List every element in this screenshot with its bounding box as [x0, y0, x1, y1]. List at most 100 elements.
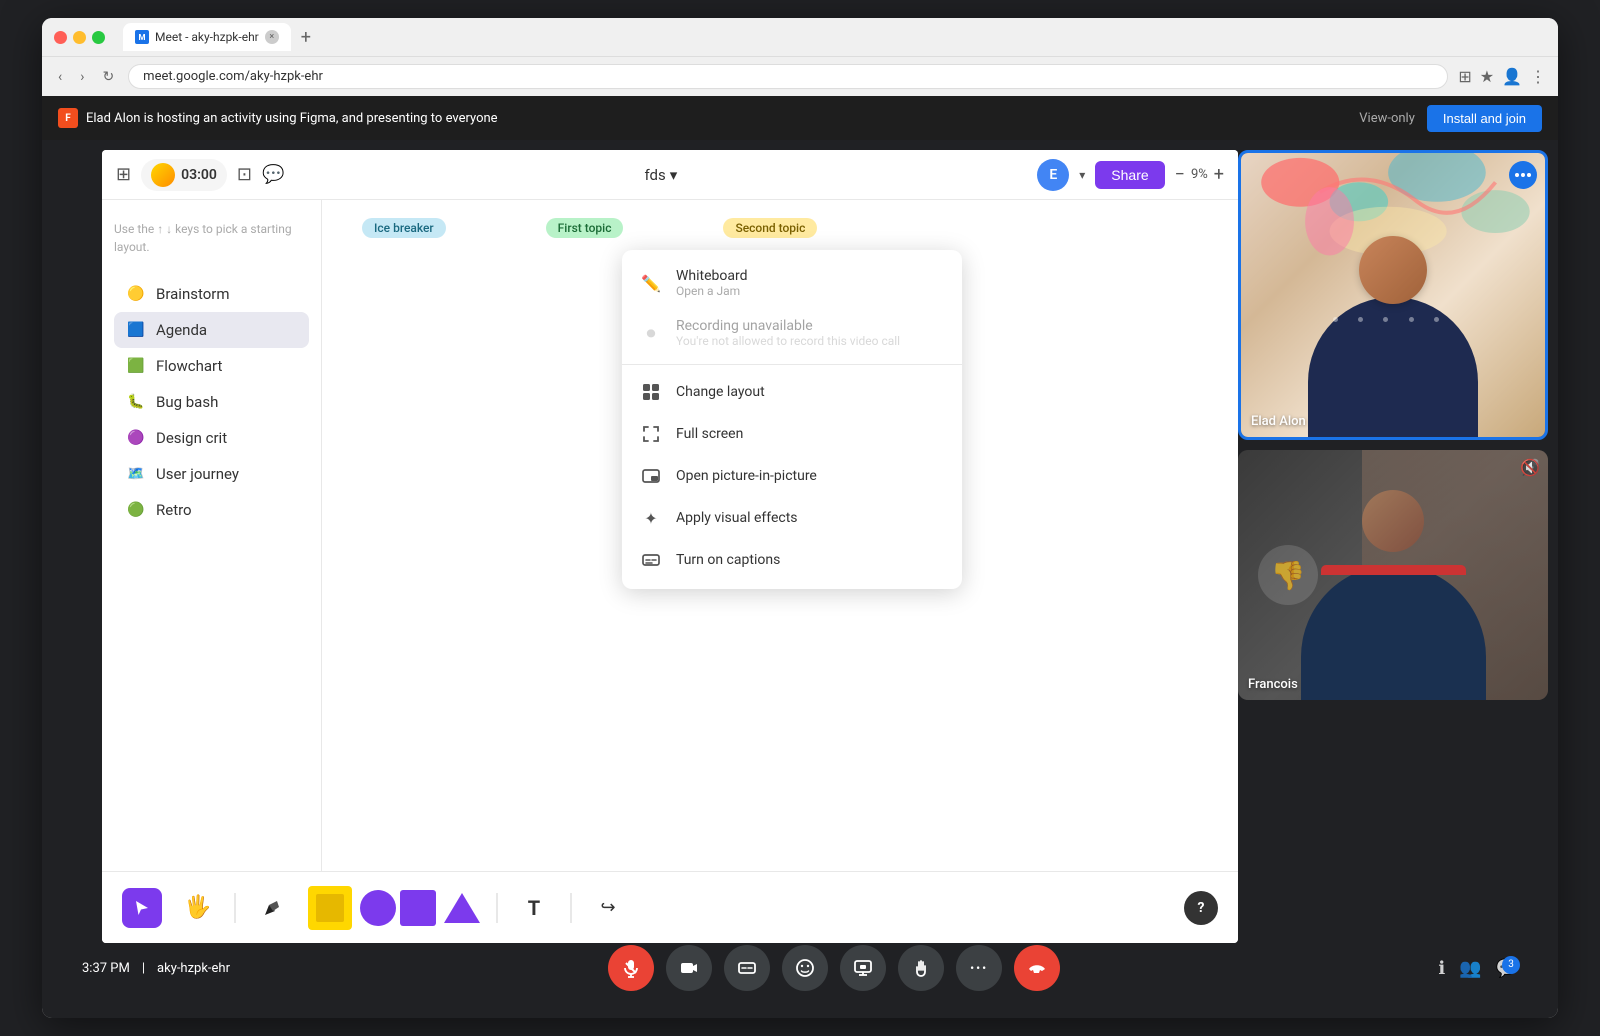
view-only-button[interactable]: View-only: [1359, 111, 1415, 126]
sidebar-item-flowchart[interactable]: 🟩 Flowchart: [114, 348, 309, 384]
video-options-button-elad[interactable]: [1509, 161, 1537, 189]
agenda-icon: 🟦: [126, 320, 146, 340]
pip-icon: [640, 465, 662, 487]
hand-tool[interactable]: 🖐: [178, 888, 218, 928]
userjourney-icon: 🗺️: [126, 464, 146, 484]
select-tool[interactable]: [122, 888, 162, 928]
sidebar-label-userjourney: User journey: [156, 465, 239, 483]
timer-text: 03:00: [181, 167, 217, 183]
notification-bar: F Elad Alon is hosting an activity using…: [42, 96, 1558, 140]
toolbar-divider-2: [496, 893, 498, 923]
menu-item-pip[interactable]: Open picture-in-picture: [622, 455, 962, 497]
sticky-note-tool[interactable]: [308, 886, 352, 930]
help-button[interactable]: ?: [1184, 891, 1218, 925]
sidebar-item-brainstorm[interactable]: 🟡 Brainstorm: [114, 276, 309, 312]
title-bar: M Meet - aky-hzpk-ehr × +: [42, 18, 1558, 56]
mic-button[interactable]: [608, 945, 654, 991]
brainstorm-icon: 🟡: [126, 284, 146, 304]
flowchart-icon: 🟩: [126, 356, 146, 376]
maximize-button[interactable]: [92, 31, 105, 44]
separator: |: [142, 961, 145, 976]
menu-item-effects[interactable]: ✦ Apply visual effects: [622, 497, 962, 539]
zoom-in-button[interactable]: +: [1214, 164, 1224, 185]
canvas-tags: Ice breaker First topic Second topic: [362, 218, 817, 238]
menu-label-captions: Turn on captions: [676, 552, 944, 568]
context-menu: ✏️ Whiteboard Open a Jam ⏺ Recording una…: [622, 250, 962, 589]
figma-toolbar-right: E ▾ Share − 9% +: [1037, 159, 1224, 191]
sidebar-item-agenda[interactable]: 🟦 Agenda: [114, 312, 309, 348]
triangle-shape[interactable]: [444, 893, 480, 923]
menu-item-captions[interactable]: Turn on captions: [622, 539, 962, 581]
frame-icon[interactable]: ⊡: [237, 164, 252, 185]
shirt-stripe: [1321, 565, 1466, 575]
menu-label-pip: Open picture-in-picture: [676, 468, 944, 484]
more-options-button[interactable]: •••: [956, 945, 1002, 991]
menu-item-whiteboard[interactable]: ✏️ Whiteboard Open a Jam: [622, 258, 962, 308]
sidebar-item-retro[interactable]: 🟢 Retro: [114, 492, 309, 528]
figma-sidebar: Use the ↑ ↓ keys to pick a starting layo…: [102, 200, 322, 943]
shapes-group: [360, 890, 436, 926]
text-tool[interactable]: T: [514, 888, 554, 928]
participants-icon[interactable]: 👥: [1459, 958, 1481, 979]
person-francois: [1293, 478, 1493, 700]
arrow-tool[interactable]: ↪: [588, 888, 628, 928]
browser-window: M Meet - aky-hzpk-ehr × + ‹ › ↻ meet.goo…: [42, 18, 1558, 1018]
file-name[interactable]: fds ▾: [644, 166, 677, 184]
present-button[interactable]: [840, 945, 886, 991]
raise-hand-button[interactable]: [898, 945, 944, 991]
end-call-button[interactable]: [1014, 945, 1060, 991]
retro-icon: 🟢: [126, 500, 146, 520]
tab-close-button[interactable]: ×: [265, 30, 279, 44]
menu-item-pip-text: Open picture-in-picture: [676, 468, 944, 484]
circle-shape[interactable]: [360, 890, 396, 926]
address-bar[interactable]: meet.google.com/aky-hzpk-ehr: [128, 64, 1448, 89]
pen-tool[interactable]: [252, 888, 292, 928]
new-tab-button[interactable]: +: [301, 27, 311, 48]
meeting-id: aky-hzpk-ehr: [157, 961, 230, 976]
figma-canvas: ⊞ 03:00 ⊡ 💬 fds ▾ E ▾: [102, 150, 1238, 943]
close-button[interactable]: [54, 31, 67, 44]
reload-button[interactable]: ↻: [98, 65, 118, 89]
camera-button[interactable]: [666, 945, 712, 991]
active-tab[interactable]: M Meet - aky-hzpk-ehr ×: [123, 23, 291, 51]
captions-button[interactable]: [724, 945, 770, 991]
menu-icon[interactable]: ⋮: [1530, 67, 1546, 86]
comment-icon[interactable]: 💬: [262, 164, 284, 185]
effects-icon: ✦: [640, 507, 662, 529]
minimize-button[interactable]: [73, 31, 86, 44]
layout-icon: [640, 381, 662, 403]
sidebar-label-brainstorm: Brainstorm: [156, 285, 230, 303]
bookmark-icon[interactable]: ★: [1480, 67, 1494, 86]
figma-body: Use the ↑ ↓ keys to pick a starting layo…: [102, 200, 1238, 943]
menu-item-fullscreen-text: Full screen: [676, 426, 944, 442]
extensions-icon[interactable]: ⊞: [1458, 67, 1471, 86]
chevron-down-icon-user[interactable]: ▾: [1079, 168, 1085, 182]
tag-second-topic: Second topic: [723, 218, 817, 238]
chat-container: 💬 3: [1496, 958, 1518, 979]
info-icon[interactable]: ℹ: [1438, 958, 1445, 979]
rect-shape[interactable]: [400, 890, 436, 926]
forward-button[interactable]: ›: [76, 65, 88, 89]
url-text: meet.google.com/aky-hzpk-ehr: [143, 69, 323, 84]
emoji-button[interactable]: [782, 945, 828, 991]
shape-tools: [308, 886, 480, 930]
install-join-button[interactable]: Install and join: [1427, 105, 1542, 132]
zoom-control: − 9% +: [1175, 164, 1224, 185]
zoom-out-button[interactable]: −: [1175, 164, 1185, 185]
sidebar-item-bugbash[interactable]: 🐛 Bug bash: [114, 384, 309, 420]
menu-label-effects: Apply visual effects: [676, 510, 944, 526]
head-elad: [1359, 236, 1427, 304]
three-dots-icon: [1515, 173, 1531, 177]
sidebar-item-designcrit[interactable]: 🟣 Design crit: [114, 420, 309, 456]
menu-item-layout[interactable]: Change layout: [622, 371, 962, 413]
menu-label-whiteboard: Whiteboard: [676, 268, 944, 284]
menu-item-captions-text: Turn on captions: [676, 552, 944, 568]
share-button[interactable]: Share: [1095, 161, 1164, 189]
profile-icon[interactable]: 👤: [1502, 67, 1522, 86]
body-francois: [1301, 565, 1486, 700]
menu-item-fullscreen[interactable]: Full screen: [622, 413, 962, 455]
figma-menu-icon[interactable]: ⊞: [116, 164, 131, 185]
sidebar-item-userjourney[interactable]: 🗺️ User journey: [114, 456, 309, 492]
canvas-content: Ice breaker First topic Second topic ✏️ …: [322, 200, 1238, 871]
back-button[interactable]: ‹: [54, 65, 66, 89]
